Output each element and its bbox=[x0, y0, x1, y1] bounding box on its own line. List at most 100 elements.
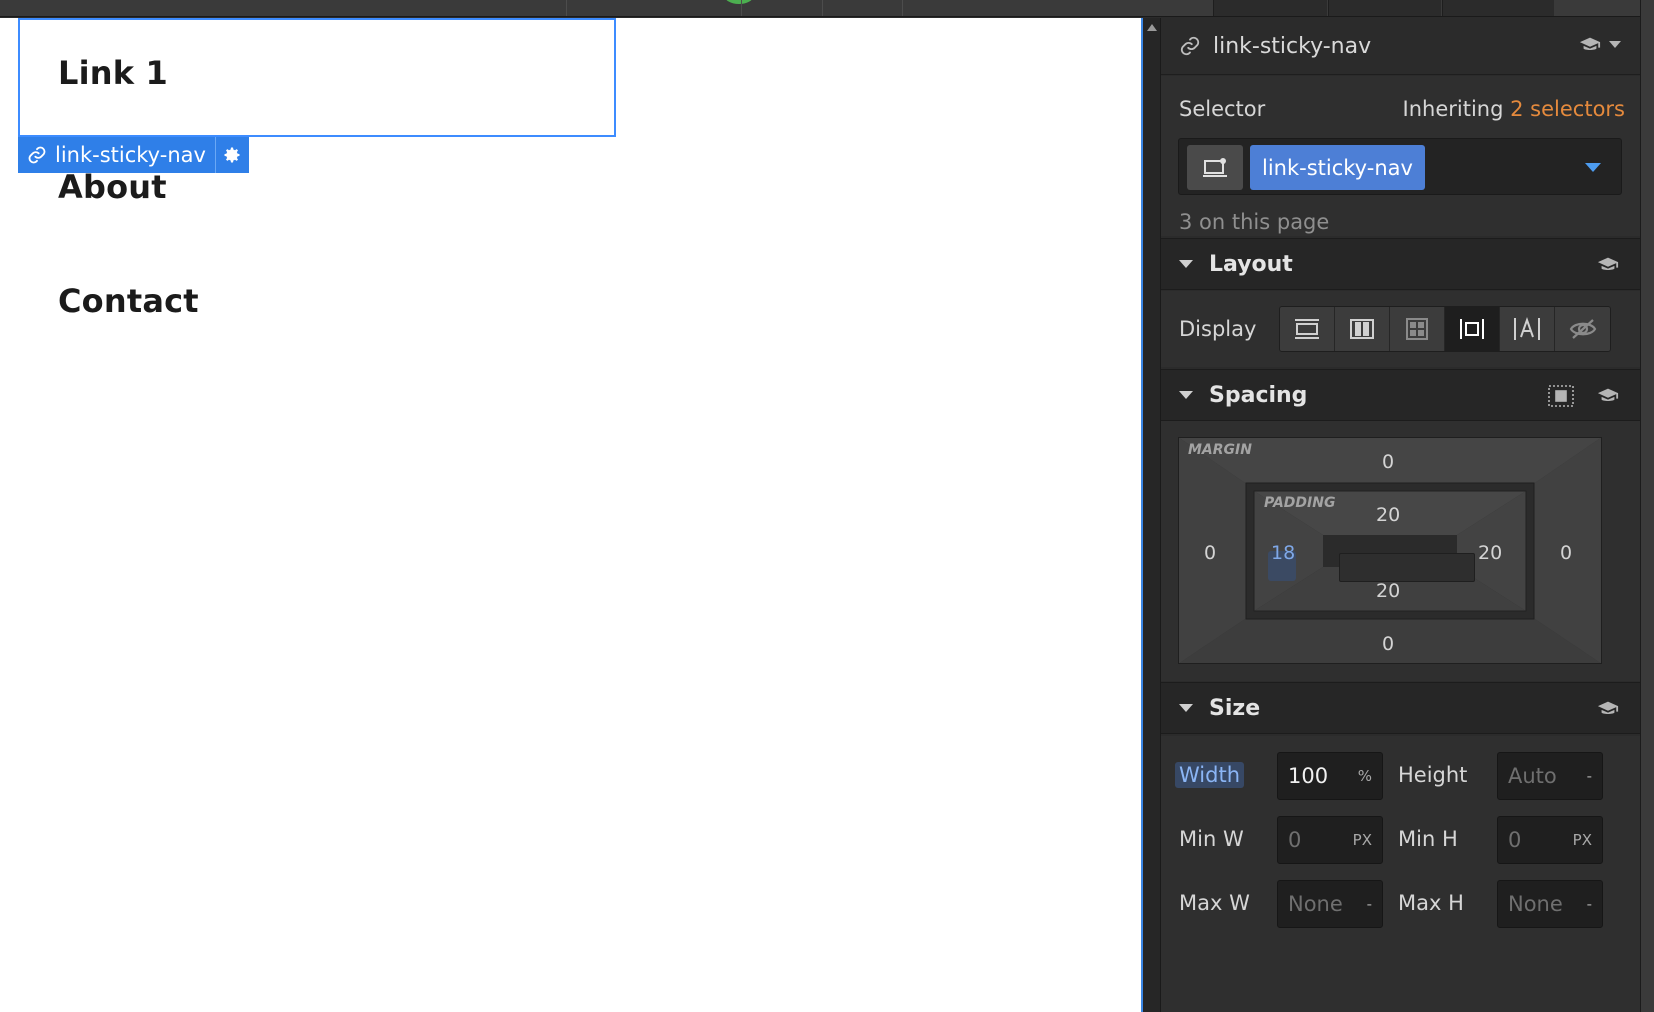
on-page-count: 3 on this page bbox=[1179, 210, 1330, 234]
link-icon bbox=[1180, 36, 1200, 56]
grid-icon bbox=[1406, 318, 1428, 340]
margin-label: MARGIN bbox=[1188, 442, 1252, 458]
inline-icon bbox=[1514, 317, 1540, 340]
margin-right-value[interactable]: 0 bbox=[1560, 542, 1572, 564]
min-width-unit[interactable]: PX bbox=[1353, 831, 1372, 849]
margin-top-value[interactable]: 0 bbox=[1382, 451, 1394, 473]
min-width-input[interactable]: 0 PX bbox=[1277, 816, 1383, 864]
height-input[interactable]: Auto - bbox=[1497, 752, 1603, 800]
max-width-label[interactable]: Max W bbox=[1179, 891, 1250, 915]
style-panel: link-sticky-nav Selector Inheriting 2 se… bbox=[1160, 18, 1641, 1012]
display-row: Display bbox=[1161, 291, 1641, 367]
toolbar-divider bbox=[741, 0, 742, 16]
width-label[interactable]: Width bbox=[1175, 762, 1245, 788]
selection-outline bbox=[18, 18, 616, 137]
min-width-value: 0 bbox=[1288, 828, 1302, 852]
min-height-value: 0 bbox=[1508, 828, 1522, 852]
content-box bbox=[1339, 553, 1475, 582]
min-height-unit[interactable]: PX bbox=[1573, 831, 1592, 849]
collapse-triangle-icon[interactable] bbox=[1179, 704, 1193, 712]
spacing-title: Spacing bbox=[1209, 382, 1308, 408]
top-toolbar bbox=[0, 0, 1654, 17]
display-block-button[interactable] bbox=[1280, 307, 1335, 351]
height-unit[interactable]: - bbox=[1587, 767, 1592, 785]
spacing-mode-icon[interactable] bbox=[1547, 384, 1575, 408]
width-unit[interactable]: % bbox=[1358, 767, 1372, 785]
inheriting-info: Inheriting 2 selectors bbox=[1403, 97, 1625, 121]
none-icon bbox=[1569, 319, 1596, 339]
size-title: Size bbox=[1209, 695, 1261, 721]
inline-block-icon bbox=[1460, 319, 1484, 339]
block-icon bbox=[1295, 319, 1319, 339]
padding-label: PADDING bbox=[1264, 495, 1336, 511]
panel-tab[interactable] bbox=[1442, 0, 1554, 16]
max-width-value: None bbox=[1288, 892, 1343, 916]
chevron-down-icon[interactable] bbox=[1609, 40, 1621, 48]
collapse-triangle-icon[interactable] bbox=[1179, 260, 1193, 268]
graduation-cap-icon[interactable] bbox=[1597, 387, 1619, 403]
panel-tab[interactable] bbox=[1328, 0, 1441, 16]
size-section-header[interactable]: Size bbox=[1161, 682, 1641, 734]
spacing-section-header[interactable]: Spacing bbox=[1161, 369, 1641, 421]
device-icon bbox=[1203, 157, 1227, 177]
display-inline-button[interactable] bbox=[1500, 307, 1555, 351]
max-height-unit[interactable]: - bbox=[1587, 895, 1592, 913]
toolbar-divider bbox=[822, 0, 823, 16]
nav-link-about[interactable]: About bbox=[58, 168, 167, 206]
display-toggle-group bbox=[1279, 306, 1611, 352]
chevron-down-icon[interactable] bbox=[1585, 163, 1601, 172]
padding-top-value[interactable]: 20 bbox=[1376, 504, 1400, 526]
height-label[interactable]: Height bbox=[1398, 763, 1467, 787]
width-input[interactable]: 100 % bbox=[1277, 752, 1383, 800]
status-indicator[interactable] bbox=[724, 0, 754, 4]
selection-badge-text: link-sticky-nav bbox=[55, 143, 206, 167]
max-height-input[interactable]: None - bbox=[1497, 880, 1603, 928]
panel-edge-scrollbar bbox=[1640, 0, 1654, 1012]
device-state-button[interactable] bbox=[1187, 145, 1243, 190]
selector-field[interactable]: link-sticky-nav bbox=[1178, 138, 1622, 195]
min-height-label[interactable]: Min H bbox=[1398, 827, 1458, 851]
display-label: Display bbox=[1179, 317, 1257, 341]
max-width-unit[interactable]: - bbox=[1367, 895, 1372, 913]
display-none-button[interactable] bbox=[1555, 307, 1610, 351]
min-height-input[interactable]: 0 PX bbox=[1497, 816, 1603, 864]
max-height-label[interactable]: Max H bbox=[1398, 891, 1464, 915]
display-flex-button[interactable] bbox=[1335, 307, 1390, 351]
flex-icon bbox=[1350, 319, 1374, 339]
canvas-scrollbar[interactable] bbox=[1141, 18, 1160, 1012]
margin-left-value[interactable]: 0 bbox=[1204, 542, 1216, 564]
padding-left-value[interactable]: 18 bbox=[1271, 542, 1295, 564]
panel-tab[interactable] bbox=[1213, 0, 1327, 16]
toolbar-divider bbox=[902, 0, 903, 16]
nav-link-contact[interactable]: Contact bbox=[58, 282, 199, 320]
display-inline-block-button[interactable] bbox=[1445, 307, 1500, 351]
size-editor: Width 100 % Height Auto - Min W 0 PX Min… bbox=[1161, 736, 1641, 1012]
scroll-up-icon[interactable] bbox=[1147, 24, 1157, 31]
selector-chip[interactable]: link-sticky-nav bbox=[1250, 145, 1425, 190]
design-canvas[interactable]: Link 1 About Contact link-sticky-nav bbox=[0, 18, 1141, 1012]
gear-icon[interactable] bbox=[214, 137, 249, 173]
margin-bottom-value[interactable]: 0 bbox=[1382, 633, 1394, 655]
padding-right-value[interactable]: 20 bbox=[1478, 542, 1502, 564]
inheriting-prefix: Inheriting bbox=[1402, 97, 1504, 121]
graduation-cap-icon[interactable] bbox=[1597, 256, 1619, 272]
graduation-cap-icon[interactable] bbox=[1597, 700, 1619, 716]
layout-section-header[interactable]: Layout bbox=[1161, 238, 1641, 290]
width-value: 100 bbox=[1288, 764, 1329, 788]
graduation-cap-icon[interactable] bbox=[1579, 36, 1601, 52]
display-grid-button[interactable] bbox=[1390, 307, 1445, 351]
height-value: Auto bbox=[1508, 764, 1557, 788]
link-icon bbox=[28, 146, 46, 164]
inheriting-selectors-link[interactable]: 2 selectors bbox=[1510, 97, 1625, 121]
max-width-input[interactable]: None - bbox=[1277, 880, 1383, 928]
layout-title: Layout bbox=[1209, 251, 1293, 277]
toolbar-divider bbox=[566, 0, 567, 16]
selection-badge-label[interactable]: link-sticky-nav bbox=[18, 137, 215, 173]
spacing-editor: MARGIN PADDING 0 0 0 0 20 20 18 20 bbox=[1161, 421, 1641, 681]
element-name: link-sticky-nav bbox=[1213, 33, 1372, 59]
max-height-value: None bbox=[1508, 892, 1563, 916]
collapse-triangle-icon[interactable] bbox=[1179, 391, 1193, 399]
padding-bottom-value[interactable]: 20 bbox=[1376, 580, 1400, 602]
selection-badge[interactable]: link-sticky-nav bbox=[18, 137, 249, 173]
min-width-label[interactable]: Min W bbox=[1179, 827, 1244, 851]
